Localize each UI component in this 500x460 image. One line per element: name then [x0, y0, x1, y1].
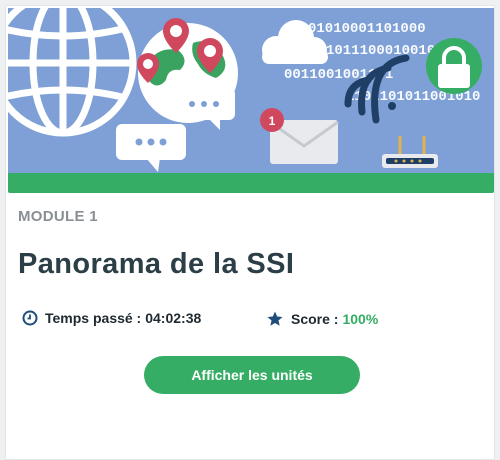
module-title: Panorama de la SSI — [18, 248, 295, 280]
banner-illustration: 01010001101000 1011100010010 00110010011… — [8, 8, 482, 172]
module-card: 01010001101000 1011100010010 00110010011… — [5, 5, 495, 460]
module-banner: 01010001101000 1011100010010 00110010011… — [8, 8, 494, 178]
score: Score : 100% — [266, 310, 378, 328]
chat-bubble-icon — [116, 124, 186, 172]
time-spent: Temps passé : 04:02:38 — [22, 310, 201, 326]
module-number: MODULE 1 — [18, 208, 98, 225]
svg-text:01010001101000: 01010001101000 — [308, 21, 426, 37]
time-spent-value: 04:02:38 — [145, 310, 202, 326]
score-value: 100% — [342, 311, 379, 327]
svg-text:1011100010010: 1011100010010 — [326, 43, 435, 59]
envelope-icon: 1 — [260, 108, 339, 164]
padlock-icon — [426, 38, 482, 94]
module-accent-bar — [8, 173, 494, 193]
clock-icon — [22, 310, 38, 326]
score-label: Score : — [291, 311, 339, 327]
star-icon — [267, 311, 283, 326]
router-icon — [382, 136, 438, 168]
show-units-button[interactable]: Afficher les unités — [144, 356, 360, 394]
globe-icon — [8, 8, 137, 137]
time-spent-label: Temps passé : — [45, 310, 142, 326]
chat-bubble-icon — [173, 88, 235, 130]
notification-count: 1 — [269, 114, 276, 128]
